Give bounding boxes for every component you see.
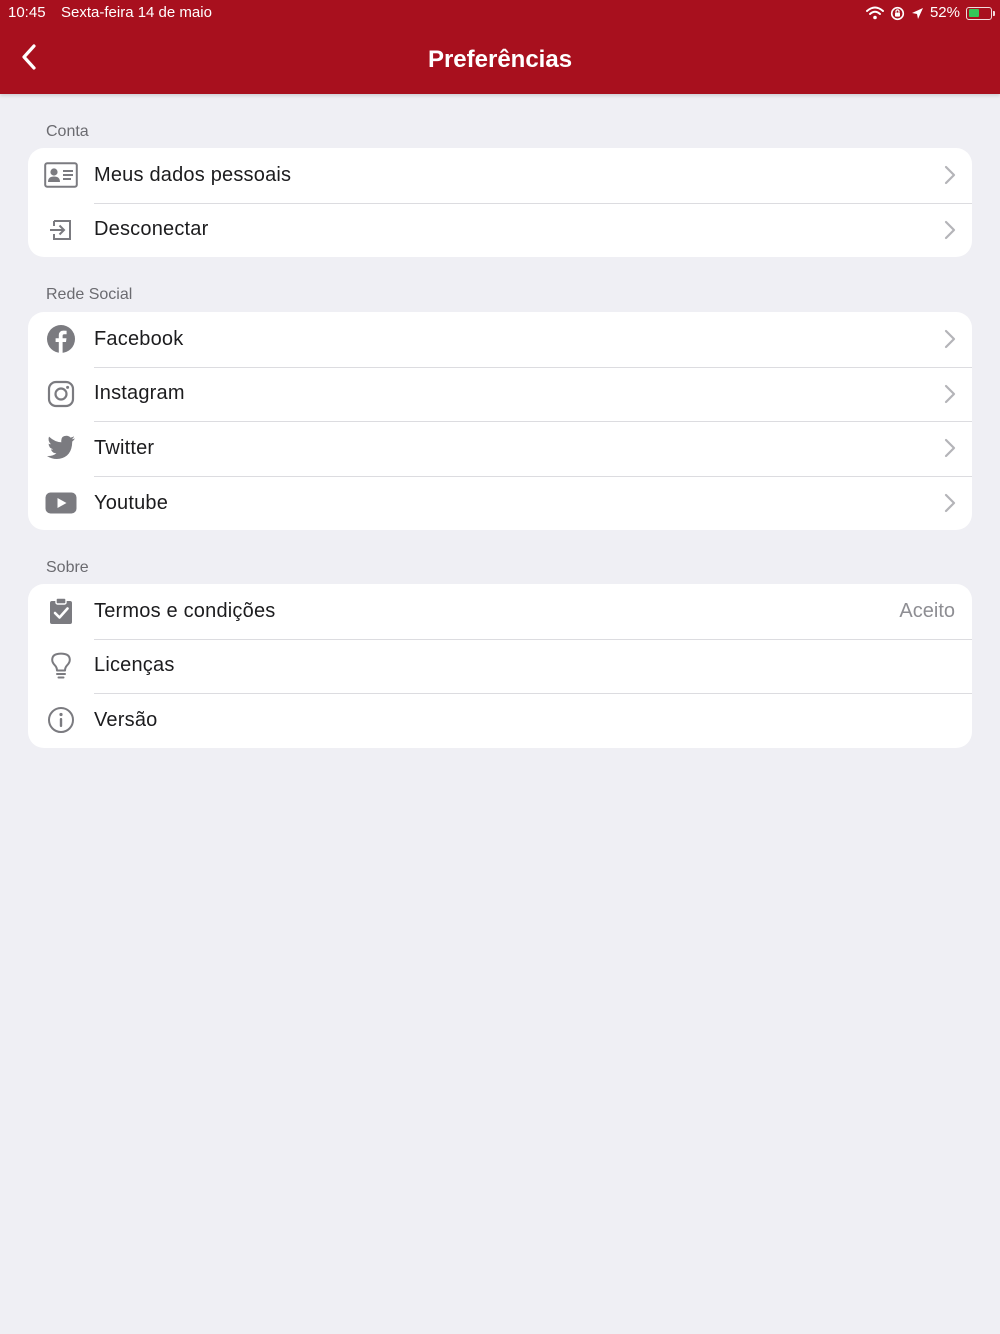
group-sobre: Termos e condições Aceito Licenças Versã… — [28, 584, 972, 748]
status-bar: 10:45 Sexta-feira 14 de maio 52% — [0, 0, 1000, 26]
status-time: 10:45 — [8, 4, 46, 21]
row-label: Youtube — [94, 491, 169, 514]
status-date: Sexta-feira 14 de maio — [61, 4, 212, 21]
wifi-icon — [865, 6, 884, 20]
row-youtube[interactable]: Youtube — [28, 475, 972, 531]
id-card-icon — [44, 159, 78, 191]
chevron-right-icon — [944, 384, 956, 403]
orientation-lock-icon — [890, 6, 905, 21]
location-icon — [911, 7, 924, 20]
row-label: Twitter — [94, 436, 155, 459]
row-label: Termos e condições — [94, 599, 276, 622]
row-licencas[interactable]: Licenças — [28, 638, 972, 694]
row-twitter[interactable]: Twitter — [28, 421, 972, 476]
info-icon — [44, 704, 78, 736]
row-label: Instagram — [94, 382, 185, 405]
chevron-right-icon — [944, 330, 956, 349]
twitter-icon — [44, 432, 78, 464]
facebook-icon — [44, 323, 78, 355]
row-termos-e-condicoes[interactable]: Termos e condições Aceito — [28, 584, 972, 639]
row-label: Facebook — [94, 327, 184, 350]
chevron-right-icon — [944, 439, 956, 458]
terms-status: Aceito — [899, 599, 955, 622]
row-label: Desconectar — [94, 218, 209, 241]
row-label: Meus dados pessoais — [94, 163, 292, 186]
section-header-rede-social: Rede Social — [46, 286, 133, 303]
clipboard-check-icon — [44, 595, 78, 627]
row-label: Licenças — [94, 654, 175, 677]
lightbulb-icon — [44, 650, 78, 682]
row-label: Versão — [94, 708, 158, 731]
group-conta: Meus dados pessoais Desconectar — [28, 148, 972, 258]
status-indicators: 52% — [865, 0, 995, 26]
row-facebook[interactable]: Facebook — [28, 312, 972, 367]
instagram-icon — [44, 378, 78, 410]
chevron-right-icon — [944, 166, 956, 185]
row-instagram[interactable]: Instagram — [28, 366, 972, 422]
section-header-sobre: Sobre — [46, 559, 89, 576]
group-rede-social: Facebook Instagram Twitter Youtube — [28, 312, 972, 531]
row-desconectar[interactable]: Desconectar — [28, 202, 972, 258]
battery-charging-icon — [966, 6, 995, 20]
battery-percent: 52% — [929, 4, 960, 21]
youtube-icon — [44, 487, 78, 519]
chevron-right-icon — [944, 493, 956, 513]
navigation-bar: 10:45 Sexta-feira 14 de maio 52% Preferê… — [0, 0, 1000, 94]
row-versao[interactable]: Versão — [28, 693, 972, 748]
sign-out-icon — [44, 214, 78, 246]
row-meus-dados-pessoais[interactable]: Meus dados pessoais — [28, 148, 972, 203]
section-header-conta: Conta — [46, 123, 89, 140]
page-title: Preferências — [427, 46, 573, 73]
battery-level — [968, 9, 980, 17]
chevron-right-icon — [944, 220, 956, 239]
